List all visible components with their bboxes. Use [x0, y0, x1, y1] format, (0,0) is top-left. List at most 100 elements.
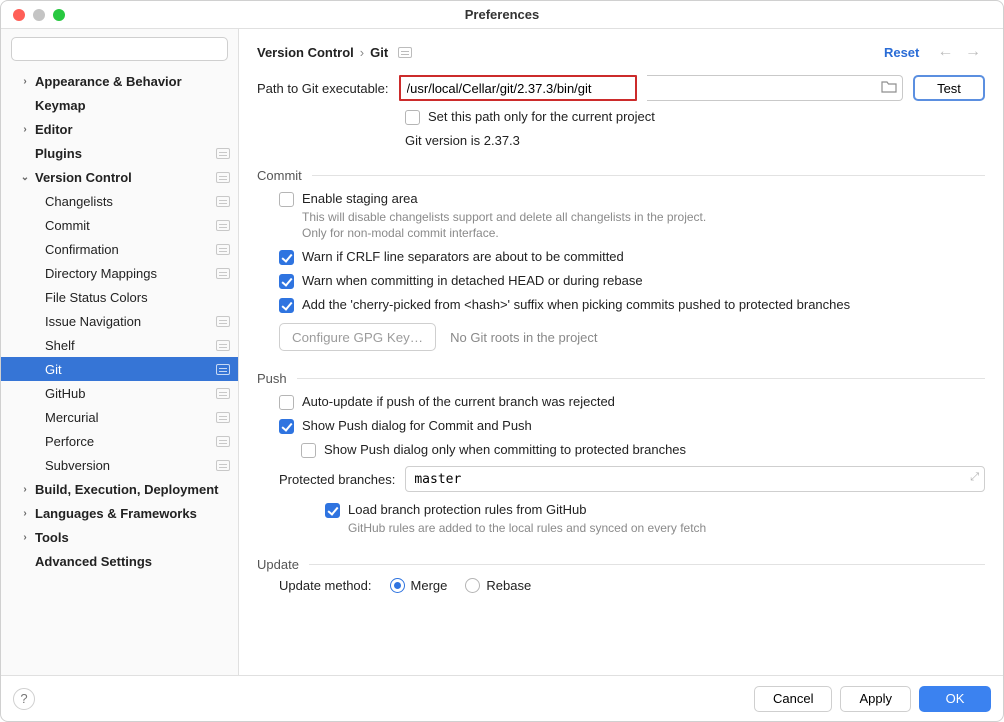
disclosure-icon: ⌄ [19, 172, 31, 183]
git-path-input[interactable] [401, 77, 635, 99]
sidebar-item-label: Languages & Frameworks [35, 506, 230, 521]
help-button[interactable]: ? [13, 688, 35, 710]
project-scope-icon [216, 340, 230, 351]
sidebar-item-mercurial[interactable]: Mercurial [1, 405, 238, 429]
sidebar-item-editor[interactable]: ›Editor [1, 117, 238, 141]
cherrypick-suffix-label: Add the 'cherry-picked from <hash>' suff… [302, 297, 850, 312]
update-merge-label: Merge [411, 578, 448, 593]
update-section-title: Update [257, 557, 299, 572]
sidebar-item-subversion[interactable]: Subversion [1, 453, 238, 477]
sidebar-item-issue-navigation[interactable]: Issue Navigation [1, 309, 238, 333]
sidebar-item-label: Git [45, 362, 216, 377]
apply-button[interactable]: Apply [840, 686, 911, 712]
sidebar-item-label: Perforce [45, 434, 216, 449]
main-panel: Version Control › Git Reset ← → Path to … [239, 29, 1003, 675]
sidebar-item-github[interactable]: GitHub [1, 381, 238, 405]
sidebar-item-languages-frameworks[interactable]: › Languages & Frameworks [1, 501, 238, 525]
enable-staging-label: Enable staging area [302, 191, 418, 206]
sidebar-item-build-execution-deployment[interactable]: ›Build, Execution, Deployment [1, 477, 238, 501]
window-close-button[interactable] [13, 9, 25, 21]
sidebar-item-git[interactable]: Git [1, 357, 238, 381]
disclosure-icon: › [19, 124, 31, 135]
reset-link[interactable]: Reset [884, 45, 919, 60]
nav-forward-icon[interactable]: → [965, 43, 981, 60]
nav-arrows: ← → [933, 43, 985, 61]
update-rebase-radio[interactable] [465, 578, 480, 593]
git-version-text: Git version is 2.37.3 [405, 133, 985, 148]
titlebar: Preferences [1, 1, 1003, 29]
no-git-roots-text: No Git roots in the project [450, 330, 597, 345]
sidebar-item-label: Tools [35, 530, 230, 545]
project-scope-icon [216, 460, 230, 471]
sidebar-item-tools[interactable]: › Tools [1, 525, 238, 549]
sidebar-item-label: Issue Navigation [45, 314, 216, 329]
test-button[interactable]: Test [913, 75, 985, 101]
configure-gpg-button[interactable]: Configure GPG Key… [279, 323, 436, 351]
project-scope-icon [216, 172, 230, 183]
sidebar: › Appearance & Behavior Keymap›Editor Plugi… [1, 29, 239, 675]
sidebar-item-keymap[interactable]: Keymap [1, 93, 238, 117]
project-scope-icon [216, 220, 230, 231]
auto-update-push-checkbox[interactable] [279, 395, 294, 410]
search-input[interactable] [11, 37, 228, 61]
divider [309, 564, 985, 565]
footer: ? Cancel Apply OK [1, 675, 1003, 721]
load-github-rules-checkbox[interactable] [325, 503, 340, 518]
divider [297, 378, 985, 379]
ok-button[interactable]: OK [919, 686, 991, 712]
enable-staging-desc: This will disable changelists support an… [302, 209, 722, 241]
protected-branches-input[interactable] [405, 466, 985, 492]
cherrypick-suffix-checkbox[interactable] [279, 298, 294, 313]
show-push-dialog-checkbox[interactable] [279, 419, 294, 434]
sidebar-item-label: Confirmation [45, 242, 216, 257]
project-scope-icon [216, 148, 230, 159]
sidebar-item-advanced-settings[interactable]: Advanced Settings [1, 549, 238, 573]
disclosure-icon: › [19, 76, 31, 87]
show-push-protected-checkbox[interactable] [301, 443, 316, 458]
breadcrumb-current: Git [370, 45, 388, 60]
sidebar-item-perforce[interactable]: Perforce [1, 429, 238, 453]
warn-detached-checkbox[interactable] [279, 274, 294, 289]
sidebar-item-commit[interactable]: Commit [1, 213, 238, 237]
preferences-window: Preferences › Appearance & Behavior Keymap… [0, 0, 1004, 722]
sidebar-item-changelists[interactable]: Changelists [1, 189, 238, 213]
update-merge-radio[interactable] [390, 578, 405, 593]
enable-staging-checkbox[interactable] [279, 192, 294, 207]
sidebar-item-appearance-behavior[interactable]: › Appearance & Behavior [1, 69, 238, 93]
breadcrumb-parent[interactable]: Version Control [257, 45, 354, 60]
push-section-title: Push [257, 371, 287, 386]
sidebar-item-label: Plugins [35, 146, 216, 161]
scope-current-project-checkbox[interactable] [405, 110, 420, 125]
expand-icon[interactable]: ⤢ [970, 471, 979, 484]
warn-detached-label: Warn when committing in detached HEAD or… [302, 273, 643, 288]
sidebar-item-label: Changelists [45, 194, 216, 209]
sidebar-item-directory-mappings[interactable]: Directory Mappings [1, 261, 238, 285]
sidebar-item-label: Commit [45, 218, 216, 233]
git-path-label: Path to Git executable: [257, 81, 389, 96]
window-minimize-button[interactable] [33, 9, 45, 21]
sidebar-item-shelf[interactable]: Shelf [1, 333, 238, 357]
sidebar-item-label: GitHub [45, 386, 216, 401]
protected-branches-label: Protected branches: [279, 472, 395, 487]
nav-back-icon[interactable]: ← [937, 43, 953, 60]
project-scope-icon [216, 268, 230, 279]
sidebar-item-label: Appearance & Behavior [35, 74, 230, 89]
breadcrumb: Version Control › Git [257, 45, 884, 60]
sidebar-item-file-status-colors[interactable]: File Status Colors [1, 285, 238, 309]
sidebar-item-confirmation[interactable]: Confirmation [1, 237, 238, 261]
show-push-protected-label: Show Push dialog only when committing to… [324, 442, 686, 457]
disclosure-icon: › [19, 508, 31, 519]
warn-crlf-checkbox[interactable] [279, 250, 294, 265]
sidebar-item-plugins[interactable]: Plugins [1, 141, 238, 165]
project-scope-icon [216, 388, 230, 399]
window-zoom-button[interactable] [53, 9, 65, 21]
cancel-button[interactable]: Cancel [754, 686, 832, 712]
project-scope-icon [216, 436, 230, 447]
sidebar-item-version-control[interactable]: ⌄Version Control [1, 165, 238, 189]
disclosure-icon: › [19, 532, 31, 543]
project-scope-icon [398, 47, 412, 58]
browse-folder-icon[interactable] [876, 80, 902, 96]
load-github-rules-desc: GitHub rules are added to the local rule… [348, 520, 706, 536]
sidebar-item-label: Advanced Settings [35, 554, 230, 569]
sidebar-item-label: File Status Colors [45, 290, 230, 305]
